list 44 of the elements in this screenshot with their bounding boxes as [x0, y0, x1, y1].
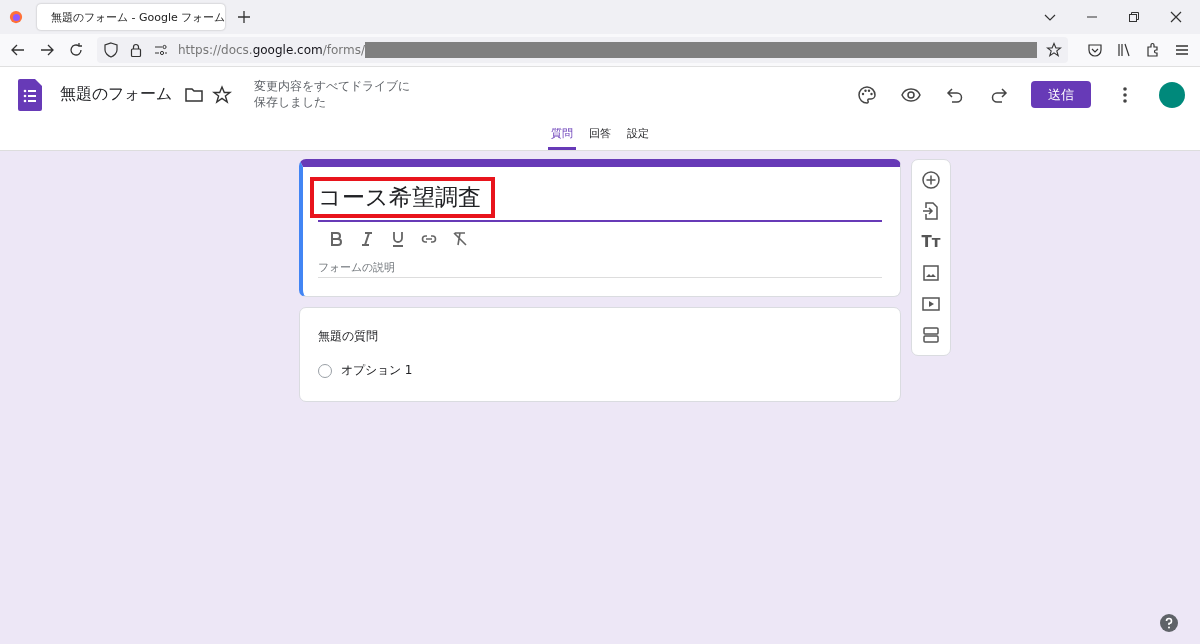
url-text: https://docs.google.com/forms/: [178, 43, 366, 57]
palette-icon[interactable]: [857, 84, 877, 105]
form-tab[interactable]: 回答: [586, 126, 614, 150]
italic-icon[interactable]: [359, 231, 375, 247]
browser-logo-icon[interactable]: [9, 10, 23, 24]
underline-icon[interactable]: [390, 231, 406, 247]
puzzle-icon[interactable]: [1145, 42, 1161, 58]
browser-tab[interactable]: 無題のフォーム - Google フォーム: [37, 4, 225, 30]
form-title-field[interactable]: コース希望調査: [310, 177, 495, 218]
section-icon[interactable]: [921, 325, 941, 345]
send-button[interactable]: 送信: [1031, 81, 1091, 108]
help-icon[interactable]: [1160, 614, 1178, 632]
add-circle-icon[interactable]: [921, 170, 941, 190]
bold-icon[interactable]: [328, 231, 344, 247]
new-tab-icon[interactable]: [237, 10, 251, 24]
shield-icon: [103, 42, 119, 58]
import-file-icon[interactable]: [921, 201, 941, 221]
save-status-text: 保存しました: [254, 94, 326, 111]
title-text-icon[interactable]: Tт: [921, 232, 941, 252]
library-icon[interactable]: [1116, 42, 1132, 58]
clear-formatting-icon[interactable]: [452, 231, 468, 247]
lock-icon: [128, 42, 144, 58]
close-icon[interactable]: [1170, 11, 1182, 23]
back-arrow-icon[interactable]: [10, 42, 26, 58]
form-tab[interactable]: 設定: [624, 126, 652, 150]
forms-logo-icon[interactable]: [18, 78, 42, 111]
pocket-icon[interactable]: [1087, 42, 1103, 58]
forward-arrow-icon[interactable]: [39, 42, 55, 58]
star-icon[interactable]: [1046, 42, 1062, 58]
permissions-icon: [153, 42, 169, 58]
restore-icon[interactable]: [1128, 11, 1140, 23]
menu-icon[interactable]: [1174, 42, 1190, 58]
option-label[interactable]: オプション 1: [341, 362, 413, 379]
video-icon[interactable]: [921, 294, 941, 314]
save-status-text: 変更内容をすべてドライブに: [254, 78, 410, 95]
form-name[interactable]: 無題のフォーム: [60, 84, 172, 105]
reload-icon[interactable]: [68, 42, 84, 58]
avatar[interactable]: [1159, 81, 1185, 108]
form-tab[interactable]: 質問: [548, 126, 576, 150]
image-icon[interactable]: [921, 263, 941, 283]
question-title[interactable]: 無題の質問: [318, 328, 882, 345]
star-icon[interactable]: [212, 84, 232, 105]
address-bar[interactable]: https://docs.google.com/forms/: [97, 37, 1068, 63]
form-description-field[interactable]: フォームの説明: [318, 247, 882, 278]
